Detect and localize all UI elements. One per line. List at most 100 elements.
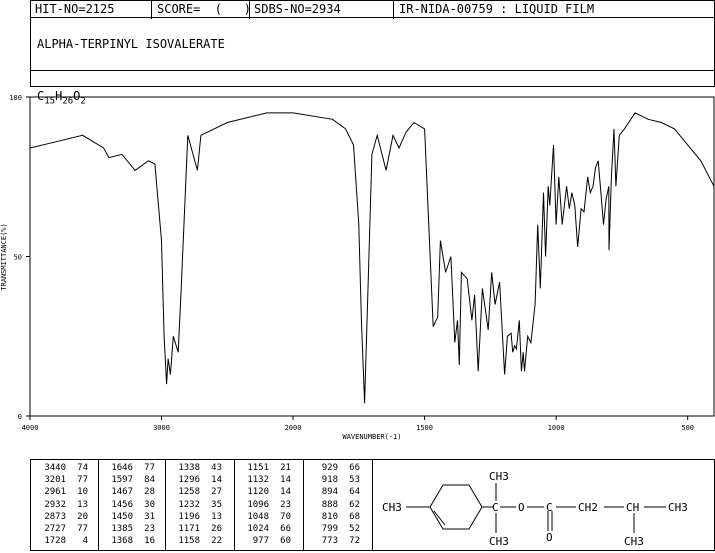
peak-row: 2932 13 xyxy=(36,500,88,511)
peak-wavenumber: 773 xyxy=(321,536,338,547)
peak-wavenumber: 810 xyxy=(321,511,338,522)
peak-wavenumber: 1450 xyxy=(111,511,133,522)
peak-transmittance: 77 xyxy=(77,524,88,534)
peak-transmittance: 16 xyxy=(144,536,155,547)
peak-transmittance: 84 xyxy=(144,475,155,486)
x-tick-label: 500 xyxy=(681,424,694,432)
peak-wavenumber: 1296 xyxy=(178,475,200,486)
ir-spectrum-chart: 100500 4000 3000 2000 1500 1000 500 WAVENUMBE… xyxy=(0,94,715,441)
peak-wavenumber: 1158 xyxy=(178,536,200,547)
peak-wavenumber: 1338 xyxy=(178,463,200,473)
peak-row: 1232 35 xyxy=(170,500,222,511)
peak-row: 1450 31 xyxy=(103,512,155,523)
peak-wavenumber: 3201 xyxy=(44,475,66,486)
peak-row: 810 68 xyxy=(308,512,360,523)
x-axis-label: WAVENUMBER(-1) xyxy=(342,433,401,441)
peak-transmittance: 66 xyxy=(349,463,360,473)
ch3-left-label: CH3 xyxy=(382,501,402,514)
y-tick-label: 0 xyxy=(18,413,22,421)
ch3-top-label: CH3 xyxy=(489,470,509,483)
peak-row: 1728 4 xyxy=(36,536,88,547)
peak-row: 888 62 xyxy=(308,500,360,511)
peak-row: 1258 27 xyxy=(170,487,222,498)
x-tick-label: 2000 xyxy=(285,424,302,432)
peak-transmittance: 22 xyxy=(211,536,222,547)
peak-row: 2961 10 xyxy=(36,487,88,498)
peak-wavenumber: 918 xyxy=(321,475,338,486)
peak-column-divider xyxy=(303,460,304,550)
peak-wavenumber: 929 xyxy=(321,463,338,473)
peak-row: 1385 23 xyxy=(103,524,155,535)
peak-row: 1120 14 xyxy=(239,487,291,498)
peak-wavenumber: 888 xyxy=(321,499,338,510)
peak-row: 918 53 xyxy=(308,475,360,486)
peak-wavenumber: 1385 xyxy=(111,524,133,534)
ch3-branch-label: CH3 xyxy=(624,535,644,548)
peak-wavenumber: 1728 xyxy=(44,536,66,547)
peak-transmittance: 30 xyxy=(144,499,155,510)
peak-wavenumber: 1048 xyxy=(247,511,269,522)
peak-transmittance: 62 xyxy=(349,499,360,510)
peak-column-divider xyxy=(98,460,99,550)
x-tick-label: 1000 xyxy=(548,424,565,432)
peak-row: 1151 21 xyxy=(239,463,291,474)
peak-wavenumber: 2932 xyxy=(44,499,66,510)
peak-transmittance: 68 xyxy=(349,511,360,522)
peak-wavenumber: 2727 xyxy=(44,524,66,534)
ch-label: CH xyxy=(626,501,639,514)
peak-row: 773 72 xyxy=(308,536,360,547)
peak-transmittance: 31 xyxy=(144,511,155,522)
peak-wavenumber: 1646 xyxy=(111,463,133,473)
quaternary-c-label: C xyxy=(492,501,499,514)
peak-row: 1456 30 xyxy=(103,500,155,511)
peak-wavenumber: 1597 xyxy=(111,475,133,486)
peak-transmittance: 21 xyxy=(280,463,291,473)
peak-transmittance: 4 xyxy=(82,536,88,547)
peak-row: 929 66 xyxy=(308,463,360,474)
peak-transmittance: 26 xyxy=(211,524,222,534)
peak-row: 894 64 xyxy=(308,487,360,498)
y-tick-label: 100 xyxy=(9,94,22,102)
peak-row: 2727 77 xyxy=(36,524,88,535)
peak-column-divider xyxy=(234,460,235,550)
cyclohexene-ring xyxy=(429,484,483,530)
plot-frame xyxy=(29,96,715,417)
peak-wavenumber: 1467 xyxy=(111,487,133,498)
peak-wavenumber: 1096 xyxy=(247,499,269,510)
peak-wavenumber: 1024 xyxy=(247,524,269,534)
peak-row: 1467 28 xyxy=(103,487,155,498)
peak-wavenumber: 1171 xyxy=(178,524,200,534)
peak-wavenumber: 1196 xyxy=(178,511,200,522)
peak-transmittance: 27 xyxy=(211,487,222,498)
ch3-bottom-label: CH3 xyxy=(489,535,509,548)
peak-row: 1171 26 xyxy=(170,524,222,535)
x-tick-label: 3000 xyxy=(153,424,170,432)
peak-row: 799 52 xyxy=(308,524,360,535)
peak-transmittance: 52 xyxy=(349,524,360,534)
peak-row: 3201 77 xyxy=(36,475,88,486)
peak-wavenumber: 977 xyxy=(252,536,269,547)
peak-row: 1048 70 xyxy=(239,512,291,523)
peak-transmittance: 13 xyxy=(77,499,88,510)
peak-wavenumber: 2961 xyxy=(44,487,66,498)
peak-wavenumber: 1368 xyxy=(111,536,133,547)
peak-transmittance: 28 xyxy=(144,487,155,498)
peak-row: 1296 14 xyxy=(170,475,222,486)
peak-transmittance: 66 xyxy=(280,524,291,534)
peak-wavenumber: 1258 xyxy=(178,487,200,498)
peak-transmittance: 53 xyxy=(349,475,360,486)
ester-oxygen-label: O xyxy=(518,501,525,514)
peak-wavenumber: 1456 xyxy=(111,499,133,510)
peak-wavenumber: 1151 xyxy=(247,463,269,473)
peak-row: 1196 13 xyxy=(170,512,222,523)
peak-wavenumber: 1120 xyxy=(247,487,269,498)
peak-transmittance: 74 xyxy=(77,463,88,473)
peak-transmittance: 23 xyxy=(280,499,291,510)
peak-wavenumber: 1132 xyxy=(247,475,269,486)
peak-row: 1597 84 xyxy=(103,475,155,486)
peak-wavenumber: 3440 xyxy=(44,463,66,473)
y-tick-label: 50 xyxy=(14,254,22,262)
peak-row: 1338 43 xyxy=(170,463,222,474)
carbonyl-c-label: C xyxy=(546,501,553,514)
ch3-right-label: CH3 xyxy=(668,501,688,514)
